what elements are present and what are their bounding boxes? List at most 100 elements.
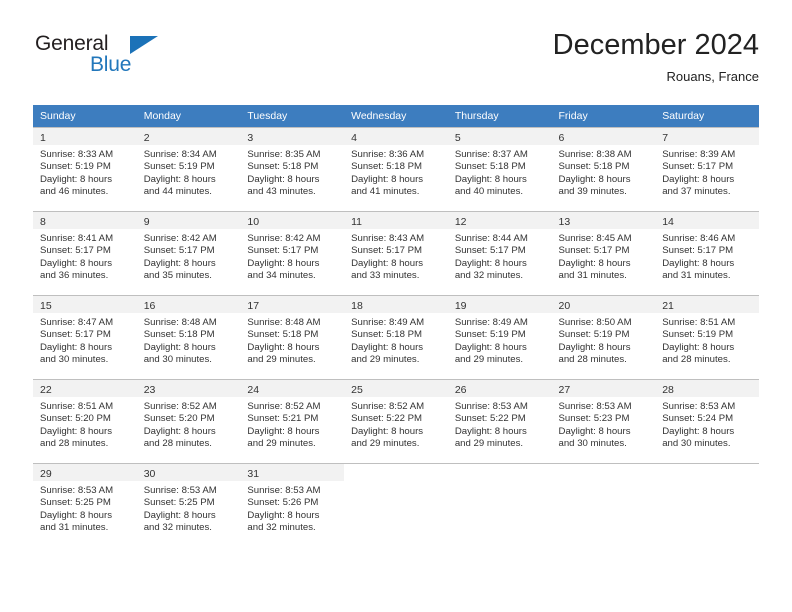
day-number-strip: 1: [33, 128, 137, 145]
sunset-text: Sunset: 5:18 PM: [454, 161, 526, 173]
day-cell[interactable]: 5 Sunrise: 8:37 AM Sunset: 5:18 PM Daylight…: [447, 127, 552, 211]
logo-text-blue: Blue: [90, 53, 132, 76]
daylight-text-line1: Daylight: 8 hours: [351, 257, 424, 269]
sunrise-text: Sunrise: 8:51 AM: [662, 317, 736, 328]
day-info: Sunrise: 8:50 AM Sunset: 5:19 PM Daylight:…: [552, 313, 656, 366]
day-cell[interactable]: 18 Sunrise: 8:49 AM Sunset: 5:18 PM Dayligh…: [344, 295, 448, 379]
daylight-text-line2: and 41 minutes.: [351, 185, 420, 197]
calendar-cell: [344, 463, 448, 547]
day-cell[interactable]: 26 Sunrise: 8:53 AM Sunset: 5:22 PM Dayligh…: [447, 379, 552, 463]
calendar-cell: 26 Sunrise: 8:53 AM Sunset: 5:22 PM Dayligh…: [447, 379, 552, 463]
sunrise-text: Sunrise: 8:37 AM: [454, 149, 528, 160]
weekday-header-thursday: Thursday: [447, 105, 552, 127]
daylight-text-line2: and 33 minutes.: [351, 269, 420, 281]
calendar-cell: 25 Sunrise: 8:52 AM Sunset: 5:22 PM Dayligh…: [344, 379, 448, 463]
day-cell[interactable]: 16 Sunrise: 8:48 AM Sunset: 5:18 PM Dayligh…: [136, 295, 241, 379]
page-title: December 2024: [552, 29, 759, 61]
daylight-text-line1: Daylight: 8 hours: [247, 173, 320, 185]
day-number-strip: 12: [447, 212, 552, 229]
day-cell[interactable]: 29 Sunrise: 8:53 AM Sunset: 5:25 PM Dayligh…: [33, 463, 137, 547]
day-cell[interactable]: 4 Sunrise: 8:36 AM Sunset: 5:18 PM Daylight…: [344, 127, 448, 211]
calendar-cell: 9 Sunrise: 8:42 AM Sunset: 5:17 PM Daylight…: [136, 211, 241, 295]
daylight-text-line1: Daylight: 8 hours: [662, 173, 735, 185]
calendar-cell: 22 Sunrise: 8:51 AM Sunset: 5:20 PM Dayligh…: [33, 379, 137, 463]
sunset-text: Sunset: 5:17 PM: [454, 245, 526, 257]
day-cell[interactable]: 28 Sunrise: 8:53 AM Sunset: 5:24 PM Dayligh…: [655, 379, 759, 463]
day-cell[interactable]: 10 Sunrise: 8:42 AM Sunset: 5:17 PM Dayligh…: [240, 211, 345, 295]
calendar-cell: 20 Sunrise: 8:50 AM Sunset: 5:19 PM Dayligh…: [551, 295, 656, 379]
sunrise-text: Sunrise: 8:53 AM: [662, 401, 736, 412]
day-cell[interactable]: 23 Sunrise: 8:52 AM Sunset: 5:20 PM Dayligh…: [136, 379, 241, 463]
day-number-strip: 14: [655, 212, 759, 229]
day-cell[interactable]: 7 Sunrise: 8:39 AM Sunset: 5:17 PM Daylight…: [655, 127, 759, 211]
day-cell[interactable]: 24 Sunrise: 8:52 AM Sunset: 5:21 PM Dayligh…: [240, 379, 345, 463]
day-info: Sunrise: 8:42 AM Sunset: 5:17 PM Daylight:…: [240, 229, 344, 282]
daylight-text-line1: Daylight: 8 hours: [247, 425, 320, 437]
day-number: 5: [454, 132, 461, 144]
day-cell[interactable]: 3 Sunrise: 8:35 AM Sunset: 5:18 PM Daylight…: [240, 127, 345, 211]
day-cell[interactable]: 12 Sunrise: 8:44 AM Sunset: 5:17 PM Dayligh…: [447, 211, 552, 295]
daylight-text-line1: Daylight: 8 hours: [143, 509, 216, 521]
day-cell[interactable]: 2 Sunrise: 8:34 AM Sunset: 5:19 PM Daylight…: [136, 127, 241, 211]
day-info: Sunrise: 8:47 AM Sunset: 5:17 PM Daylight:…: [33, 313, 137, 366]
day-cell[interactable]: 13 Sunrise: 8:45 AM Sunset: 5:17 PM Dayligh…: [551, 211, 656, 295]
page-subtitle-location: Rouans, France: [666, 69, 760, 84]
sunset-text: Sunset: 5:24 PM: [662, 413, 734, 425]
daylight-text-line2: and 29 minutes.: [454, 437, 524, 449]
daylight-text-line2: and 29 minutes.: [351, 353, 420, 365]
day-cell[interactable]: 20 Sunrise: 8:50 AM Sunset: 5:19 PM Dayligh…: [551, 295, 656, 379]
day-cell[interactable]: 1 Sunrise: 8:33 AM Sunset: 5:19 PM Daylight…: [33, 127, 137, 211]
sunrise-text: Sunrise: 8:53 AM: [40, 485, 114, 496]
day-cell-empty: [344, 463, 448, 547]
day-cell[interactable]: 31 Sunrise: 8:53 AM Sunset: 5:26 PM Dayligh…: [240, 463, 345, 547]
day-cell[interactable]: 27 Sunrise: 8:53 AM Sunset: 5:23 PM Dayligh…: [551, 379, 656, 463]
daylight-text-line1: Daylight: 8 hours: [40, 173, 112, 185]
calendar-page: General Blue December 2024 Rouans, Franc…: [0, 0, 792, 612]
day-cell[interactable]: 14 Sunrise: 8:46 AM Sunset: 5:17 PM Dayligh…: [655, 211, 759, 295]
day-cell[interactable]: 15 Sunrise: 8:47 AM Sunset: 5:17 PM Dayligh…: [33, 295, 137, 379]
day-cell[interactable]: 30 Sunrise: 8:53 AM Sunset: 5:25 PM Dayligh…: [136, 463, 241, 547]
day-cell[interactable]: 6 Sunrise: 8:38 AM Sunset: 5:18 PM Daylight…: [551, 127, 656, 211]
day-number-strip: 3: [240, 128, 345, 145]
daylight-text-line2: and 34 minutes.: [247, 269, 316, 281]
day-cell[interactable]: 19 Sunrise: 8:49 AM Sunset: 5:19 PM Dayligh…: [447, 295, 552, 379]
calendar-cell: 30 Sunrise: 8:53 AM Sunset: 5:25 PM Dayligh…: [136, 463, 241, 547]
day-number: 30: [143, 468, 156, 480]
day-number-strip: [655, 464, 759, 481]
day-info: Sunrise: 8:52 AM Sunset: 5:20 PM Daylight:…: [137, 397, 241, 450]
daylight-text-line2: and 32 minutes.: [247, 521, 316, 533]
day-number-strip: 9: [136, 212, 241, 229]
general-blue-logo[interactable]: General Blue: [33, 32, 243, 88]
sunset-text: Sunset: 5:18 PM: [247, 329, 319, 341]
day-number-strip: 18: [344, 296, 448, 313]
daylight-text-line1: Daylight: 8 hours: [40, 341, 112, 353]
day-number-strip: [448, 464, 552, 481]
day-number: 25: [351, 384, 363, 396]
daylight-text-line1: Daylight: 8 hours: [143, 425, 216, 437]
day-number: 19: [454, 300, 467, 312]
day-cell[interactable]: 11 Sunrise: 8:43 AM Sunset: 5:17 PM Dayligh…: [344, 211, 448, 295]
sunset-text: Sunset: 5:19 PM: [662, 329, 734, 341]
calendar-header-row: Sunday Monday Tuesday Wednesday Thursday…: [33, 105, 759, 127]
day-number: 27: [558, 384, 571, 396]
day-number-strip: [552, 464, 656, 481]
sunset-text: Sunset: 5:17 PM: [40, 329, 111, 341]
day-cell[interactable]: 22 Sunrise: 8:51 AM Sunset: 5:20 PM Dayligh…: [33, 379, 137, 463]
daylight-text-line2: and 37 minutes.: [662, 185, 731, 197]
day-info: Sunrise: 8:53 AM Sunset: 5:23 PM Daylight:…: [552, 397, 656, 450]
day-info: Sunrise: 8:51 AM Sunset: 5:19 PM Daylight:…: [655, 313, 759, 366]
sunrise-text: Sunrise: 8:34 AM: [143, 149, 217, 160]
day-cell[interactable]: 17 Sunrise: 8:48 AM Sunset: 5:18 PM Dayligh…: [240, 295, 345, 379]
sunrise-text: Sunrise: 8:53 AM: [454, 401, 528, 412]
day-info: Sunrise: 8:45 AM Sunset: 5:17 PM Daylight:…: [552, 229, 656, 282]
daylight-text-line1: Daylight: 8 hours: [454, 173, 527, 185]
calendar-cell: 1 Sunrise: 8:33 AM Sunset: 5:19 PM Daylight…: [33, 127, 137, 211]
day-cell[interactable]: 8 Sunrise: 8:41 AM Sunset: 5:17 PM Daylight…: [33, 211, 137, 295]
day-cell[interactable]: 9 Sunrise: 8:42 AM Sunset: 5:17 PM Daylight…: [136, 211, 241, 295]
day-number: 31: [247, 468, 260, 480]
day-cell[interactable]: 25 Sunrise: 8:52 AM Sunset: 5:22 PM Dayligh…: [344, 379, 448, 463]
day-cell[interactable]: 21 Sunrise: 8:51 AM Sunset: 5:19 PM Dayligh…: [655, 295, 759, 379]
day-number: 28: [662, 384, 674, 396]
day-number-strip: 5: [447, 128, 552, 145]
daylight-text-line1: Daylight: 8 hours: [351, 341, 424, 353]
